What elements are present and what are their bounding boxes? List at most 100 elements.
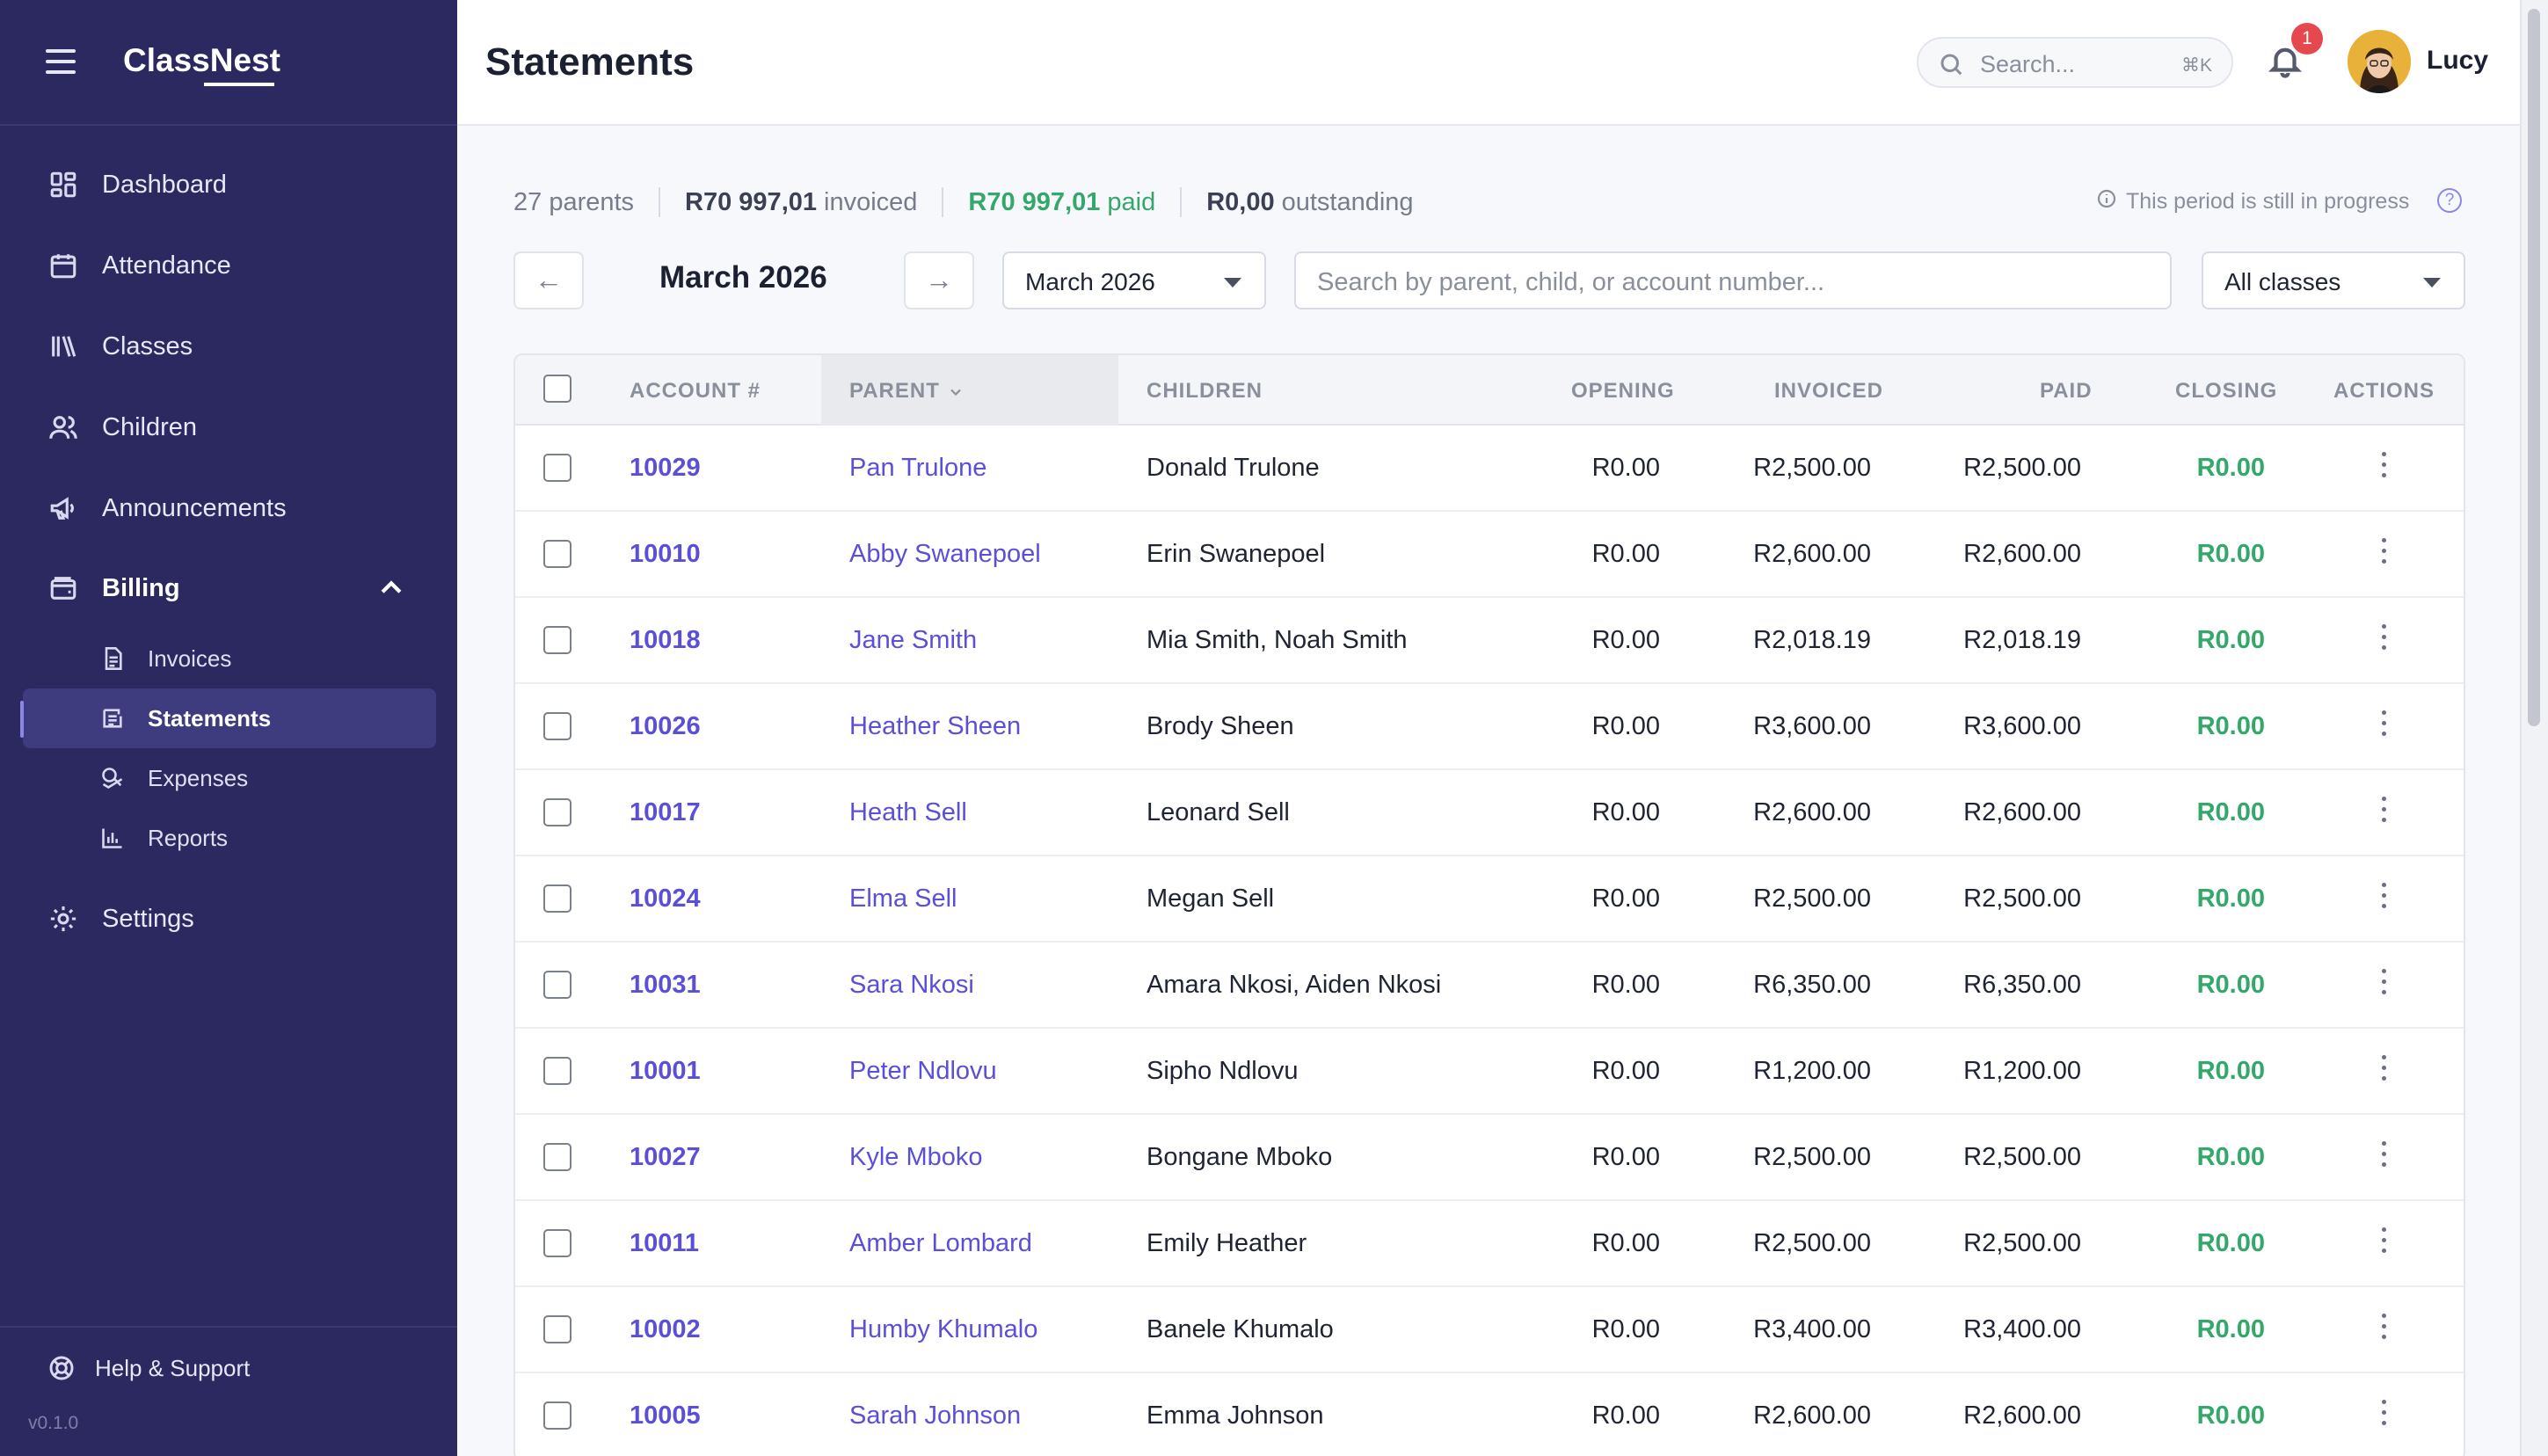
parent-link[interactable]: Pan Trulone	[849, 454, 986, 483]
sidebar-item-label: Settings	[102, 904, 194, 933]
parent-link[interactable]: Elma Sell	[849, 885, 957, 914]
help-support-link[interactable]: Help & Support	[47, 1354, 250, 1382]
sidebar-subitem-expenses[interactable]: Expenses	[100, 753, 248, 804]
sidebar-item-classes[interactable]: Classes	[47, 320, 193, 373]
parent-link[interactable]: Abby Swanepoel	[849, 540, 1041, 569]
sidebar-item-settings[interactable]: Settings	[47, 892, 194, 945]
user-name[interactable]: Lucy	[2427, 46, 2488, 76]
table-row[interactable]: 10031 Sara Nkosi Amara Nkosi, Aiden Nkosi R…	[515, 943, 2464, 1029]
table-row[interactable]: 10027 Kyle Mboko Bongane Mboko R0.00 R2,500.…	[515, 1115, 2464, 1201]
class-filter-select[interactable]: All classes	[2202, 251, 2465, 309]
row-checkbox[interactable]	[543, 626, 571, 654]
table-row[interactable]: 10002 Humby Khumalo Banele Khumalo R0.00 R3,…	[515, 1287, 2464, 1373]
account-link[interactable]: 10001	[630, 1057, 701, 1086]
row-checkbox[interactable]	[543, 454, 571, 482]
col-parent[interactable]: PARENT	[849, 379, 965, 404]
select-all-checkbox[interactable]	[543, 375, 571, 403]
account-link[interactable]: 10018	[630, 626, 701, 655]
sidebar-item-attendance[interactable]: Attendance	[47, 239, 231, 292]
parent-link[interactable]: Sara Nkosi	[849, 971, 974, 1000]
table-row[interactable]: 10017 Heath Sell Leonard Sell R0.00 R2,600.0…	[515, 770, 2464, 856]
sidebar-subitem-reports[interactable]: Reports	[100, 812, 228, 863]
parent-link[interactable]: Peter Ndlovu	[849, 1057, 997, 1086]
statement-search-input[interactable]: Search by parent, child, or account numb…	[1294, 251, 2172, 309]
more-actions-icon[interactable]	[2381, 1400, 2388, 1431]
next-period-button[interactable]: →	[904, 251, 974, 309]
prev-period-button[interactable]: ←	[513, 251, 584, 309]
sidebar-subitem-statements[interactable]: Statements	[100, 693, 271, 744]
statements-table: ACCOUNT # PARENT CHILDREN OPENING INVOIC…	[513, 353, 2465, 1456]
scrollbar-thumb[interactable]	[2528, 9, 2540, 726]
table-row[interactable]: 10024 Elma Sell Megan Sell R0.00 R2,500.00 R2…	[515, 856, 2464, 943]
sidebar-item-announcements[interactable]: Announcements	[47, 482, 287, 535]
row-checkbox[interactable]	[543, 798, 571, 826]
more-actions-icon[interactable]	[2381, 452, 2388, 484]
children-cell: Donald Trulone	[1147, 454, 1320, 482]
row-checkbox[interactable]	[543, 712, 571, 740]
col-children[interactable]: CHILDREN	[1147, 379, 1263, 404]
account-link[interactable]: 10026	[630, 712, 701, 741]
opening-cell: R0.00	[1591, 540, 1660, 568]
parent-link[interactable]: Amber Lombard	[849, 1229, 1032, 1258]
parent-link[interactable]: Humby Khumalo	[849, 1315, 1037, 1344]
more-actions-icon[interactable]	[2381, 1227, 2388, 1259]
closing-cell: R0.00	[2196, 1401, 2265, 1430]
parent-link[interactable]: Sarah Johnson	[849, 1401, 1021, 1431]
account-link[interactable]: 10027	[630, 1143, 701, 1172]
account-link[interactable]: 10005	[630, 1401, 701, 1431]
col-paid[interactable]: PAID	[2040, 379, 2093, 404]
row-checkbox[interactable]	[543, 540, 571, 568]
more-actions-icon[interactable]	[2381, 1055, 2388, 1087]
table-row[interactable]: 10005 Sarah Johnson Emma Johnson R0.00 R2,60…	[515, 1373, 2464, 1456]
more-actions-icon[interactable]	[2381, 624, 2388, 656]
more-actions-icon[interactable]	[2381, 883, 2388, 914]
account-link[interactable]: 10010	[630, 540, 701, 569]
account-link[interactable]: 10024	[630, 885, 701, 914]
col-invoiced[interactable]: INVOICED	[1774, 379, 1883, 404]
account-link[interactable]: 10002	[630, 1315, 701, 1344]
sidebar-item-dashboard[interactable]: Dashboard	[47, 158, 227, 211]
app-logo[interactable]: ClassNest	[123, 42, 280, 86]
more-actions-icon[interactable]	[2381, 1141, 2388, 1173]
account-link[interactable]: 10031	[630, 971, 701, 1000]
more-actions-icon[interactable]	[2381, 538, 2388, 570]
account-link[interactable]: 10017	[630, 798, 701, 827]
sidebar-item-billing[interactable]: Billing	[47, 562, 180, 615]
table-row[interactable]: 10026 Heather Sheen Brody Sheen R0.00 R3,600…	[515, 684, 2464, 770]
help-question-icon[interactable]: ?	[2437, 188, 2462, 213]
more-actions-icon[interactable]	[2381, 969, 2388, 1001]
parent-link[interactable]: Kyle Mboko	[849, 1143, 983, 1172]
more-actions-icon[interactable]	[2381, 710, 2388, 742]
table-row[interactable]: 10029 Pan Trulone Donald Trulone R0.00 R2,50…	[515, 426, 2464, 512]
avatar[interactable]	[2348, 30, 2411, 93]
row-checkbox[interactable]	[543, 1143, 571, 1171]
more-actions-icon[interactable]	[2381, 797, 2388, 828]
account-link[interactable]: 10011	[630, 1229, 699, 1258]
global-search-input[interactable]: Search... ⌘K	[1917, 37, 2233, 88]
table-row[interactable]: 10018 Jane Smith Mia Smith, Noah Smith R0.0…	[515, 598, 2464, 684]
sidebar-item-children[interactable]: Children	[47, 401, 197, 454]
row-checkbox[interactable]	[543, 1401, 571, 1430]
chevron-up-icon[interactable]	[376, 573, 406, 603]
bar-chart-icon	[100, 825, 127, 851]
sidebar-subitem-invoices[interactable]: Invoices	[100, 633, 231, 684]
more-actions-icon[interactable]	[2381, 1314, 2388, 1345]
period-select[interactable]: March 2026	[1002, 251, 1266, 309]
row-checkbox[interactable]	[543, 1315, 571, 1343]
table-row[interactable]: 10010 Abby Swanepoel Erin Swanepoel R0.00 R2…	[515, 512, 2464, 598]
account-link[interactable]: 10029	[630, 454, 701, 483]
row-checkbox[interactable]	[543, 885, 571, 913]
parent-link[interactable]: Heath Sell	[849, 798, 967, 827]
parent-link[interactable]: Heather Sheen	[849, 712, 1021, 741]
col-account[interactable]: ACCOUNT #	[630, 379, 761, 404]
parent-link[interactable]: Jane Smith	[849, 626, 977, 655]
row-checkbox[interactable]	[543, 1057, 571, 1085]
row-checkbox[interactable]	[543, 971, 571, 999]
col-closing[interactable]: CLOSING	[2175, 379, 2277, 404]
table-row[interactable]: 10011 Amber Lombard Emily Heather R0.00 R2,5…	[515, 1201, 2464, 1287]
col-opening[interactable]: OPENING	[1571, 379, 1675, 404]
row-checkbox[interactable]	[543, 1229, 571, 1257]
table-row[interactable]: 10001 Peter Ndlovu Sipho Ndlovu R0.00 R1,200…	[515, 1029, 2464, 1115]
invoiced-cell: R3,600.00	[1753, 712, 1871, 740]
menu-icon[interactable]	[46, 49, 76, 74]
